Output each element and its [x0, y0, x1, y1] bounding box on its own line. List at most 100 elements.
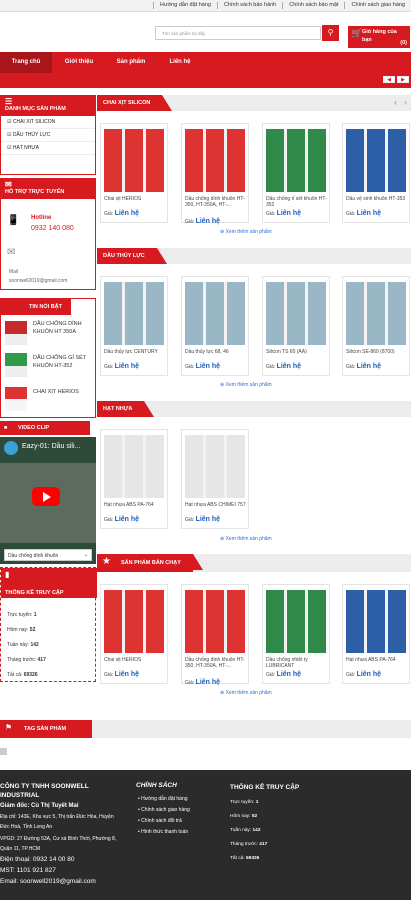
- tag-item[interactable]: [0, 748, 7, 755]
- banner-next-icon[interactable]: ▶: [397, 76, 409, 83]
- star-icon: ★: [102, 556, 111, 567]
- top-link-order-guide[interactable]: Hướng dẫn đặt hàng: [152, 2, 217, 9]
- product-name[interactable]: Dầu chống rỉ sét khuôn HT-352: [266, 196, 328, 209]
- product-image[interactable]: [104, 590, 164, 653]
- product-card[interactable]: Silicon SE-860 (8700) Giá: Liên hệ: [342, 276, 410, 376]
- product-name[interactable]: Dầu chống dính khuôn HT-350, HT-350A, HT…: [185, 196, 247, 209]
- view-more-link[interactable]: ⊕ Xem thêm sản phẩm: [220, 536, 272, 542]
- view-more-link[interactable]: ⊕ Xem thêm sản phẩm: [220, 690, 272, 696]
- search-input[interactable]: Tìm sản phẩm tại đây: [155, 26, 321, 40]
- news-header: TIN NỔI BẬT: [1, 299, 71, 315]
- product-name[interactable]: Dầu thủy lực 68, 46: [185, 349, 247, 355]
- hotline-number[interactable]: 0932 140 080: [31, 225, 74, 232]
- nav-about[interactable]: Giới thiệu: [53, 52, 105, 73]
- top-link-warranty[interactable]: Chính sách bảo hành: [216, 2, 282, 9]
- product-card[interactable]: Dầu thủy lực 68, 46 Giá: Liên hệ: [181, 276, 249, 376]
- product-image[interactable]: [346, 129, 406, 192]
- product-card[interactable]: Dầu chống nhiệt ty LUBRICANT Giá: Liên hệ: [262, 584, 330, 684]
- mail-icon: ✉: [5, 180, 12, 189]
- nav-products[interactable]: Sản phẩm: [106, 52, 156, 73]
- search-button[interactable]: ⚲: [322, 25, 339, 41]
- product-image[interactable]: [346, 590, 406, 653]
- category-item[interactable]: ☑ DẦU THỦY LỰC: [1, 129, 95, 142]
- news-thumb[interactable]: [5, 321, 27, 345]
- product-name[interactable]: Dầu thủy lực CENTURY: [104, 349, 166, 355]
- news-thumb[interactable]: [5, 387, 27, 411]
- product-image[interactable]: [185, 282, 245, 345]
- mail-address[interactable]: soonwell2019@gmail.com: [9, 278, 67, 284]
- news-item[interactable]: DẦU CHỐNG GỈ SÉT KHUÔN HT-352: [33, 355, 93, 370]
- news-item[interactable]: CHAI XỊT HERIOS: [33, 389, 93, 395]
- product-price: Giá: Liên hệ: [266, 363, 302, 370]
- banner-prev-icon[interactable]: ◀: [383, 76, 395, 83]
- product-image[interactable]: [185, 435, 245, 498]
- top-link-shipping[interactable]: Chính sách giao hàng: [344, 2, 411, 9]
- product-image[interactable]: [266, 129, 326, 192]
- footer-policy-link[interactable]: • Hướng dẫn đặt hàng: [138, 794, 190, 805]
- footer-policy-link[interactable]: • Chính sách giao hàng: [138, 805, 190, 816]
- video-box: ■ VIDEO CLIP Eazy-01: Dầu sili... Dầu chố…: [0, 421, 96, 564]
- view-more-link[interactable]: ⊕ Xem thêm sản phẩm: [220, 229, 272, 235]
- product-card[interactable]: Chai xịt HERIOS Giá: Liên hệ: [100, 584, 168, 684]
- product-card[interactable]: Hạt nhựa ABS PA-764 Giá: Liên hệ: [100, 429, 168, 529]
- video-camera-icon: ■: [4, 425, 8, 431]
- category-item[interactable]: ☑ CHAI XỊT SILICON: [1, 116, 95, 129]
- play-icon[interactable]: [32, 487, 60, 506]
- cart-button[interactable]: 🛒 Giỏ hàng của bạn (0): [348, 26, 410, 48]
- section-header-bestseller: SẢN PHẨM BÁN CHẠY ★: [97, 554, 411, 572]
- product-image[interactable]: [104, 282, 164, 345]
- news-item[interactable]: DẦU CHỐNG DÍNH KHUÔN HT 350A: [33, 321, 93, 336]
- product-card[interactable]: Hạt nhựa ABS PA-764 Giá: Liên hệ: [342, 584, 410, 684]
- product-image[interactable]: [266, 282, 326, 345]
- product-name[interactable]: Hạt nhựa ABS PA-764: [104, 502, 166, 508]
- product-name[interactable]: Chai xịt HERIOS: [104, 657, 166, 663]
- stats-header: THỐNG KÊ TRUY CẬP: [5, 590, 64, 596]
- main-nav: Trang chủ Giới thiệu Sản phẩm Liên hệ: [0, 52, 411, 73]
- product-name[interactable]: Dầu chống dính khuôn HT-350, HT-350A, HT…: [185, 657, 247, 670]
- product-name[interactable]: Dầu chống nhiệt ty LUBRICANT: [266, 657, 328, 670]
- chevron-right-icon[interactable]: ›: [404, 97, 407, 107]
- product-name[interactable]: Silicon TS 60 (AA): [266, 349, 328, 355]
- category-item[interactable]: ☑ HẠT NHỰA: [1, 142, 95, 155]
- footer-policy-link[interactable]: • Hình thức thanh toán: [138, 827, 190, 838]
- product-name[interactable]: Hạt nhựa ABS CHIMEI 757: [185, 502, 247, 508]
- view-more-link[interactable]: ⊕ Xem thêm sản phẩm: [220, 382, 272, 388]
- product-image[interactable]: [104, 129, 164, 192]
- product-image[interactable]: [104, 435, 164, 498]
- product-price: Giá: Liên hệ: [266, 210, 302, 217]
- footer-office: VPGD: 27 Đường 53A, Cư xá Bình Thới, Phư…: [0, 836, 117, 852]
- product-card[interactable]: Dầu chống rỉ sét khuôn HT-352 Giá: Liên h…: [262, 123, 330, 223]
- product-name[interactable]: Chai xịt HERIOS: [104, 196, 166, 202]
- product-price: Giá: Liên hệ: [104, 671, 140, 678]
- nav-contact[interactable]: Liên hệ: [157, 52, 203, 73]
- footer-policy-list: • Hướng dẫn đặt hàng • Chính sách giao h…: [138, 794, 190, 838]
- product-card[interactable]: Hạt nhựa ABS CHIMEI 757 Giá: Liên hệ: [181, 429, 249, 529]
- product-image[interactable]: [266, 590, 326, 653]
- product-card[interactable]: Dầu vệ sinh khuôn HT-353 Giá: Liên hệ: [342, 123, 410, 223]
- footer-policy-link[interactable]: • Chính sách đổi trả: [138, 816, 190, 827]
- product-card[interactable]: Dầu thủy lực CENTURY Giá: Liên hệ: [100, 276, 168, 376]
- product-name[interactable]: Hạt nhựa ABS PA-764: [346, 657, 408, 663]
- product-card[interactable]: Silicon TS 60 (AA) Giá: Liên hệ: [262, 276, 330, 376]
- product-price: Giá: Liên hệ: [266, 671, 302, 678]
- video-player[interactable]: Eazy-01: Dầu sili...: [0, 437, 96, 564]
- product-card[interactable]: Chai xịt HERIOS Giá: Liên hệ: [100, 123, 168, 223]
- chevron-left-icon[interactable]: ‹: [394, 97, 397, 107]
- product-image[interactable]: [346, 282, 406, 345]
- banner-strip: [0, 73, 411, 88]
- product-card[interactable]: Dầu chống dính khuôn HT-350, HT-350A, HT…: [181, 584, 249, 686]
- product-image[interactable]: [185, 590, 245, 653]
- category-box: ☰ DANH MỤC SẢN PHẨM ☑ CHAI XỊT SILICON ☑ …: [0, 95, 96, 175]
- top-link-privacy[interactable]: Chính sách bảo mật: [282, 2, 344, 9]
- product-card[interactable]: Dầu chống dính khuôn HT-350, HT-350A, HT…: [181, 123, 249, 225]
- section-header-plastic: HẠT NHỰA: [97, 401, 411, 417]
- nav-home[interactable]: Trang chủ: [0, 52, 52, 73]
- video-select[interactable]: Dầu chống dính khuôn ⌄: [4, 549, 92, 561]
- product-image[interactable]: [185, 129, 245, 192]
- stats-list: Trực tuyến: 1 Hôm nay: 52 Tuần này: 142 …: [7, 612, 46, 678]
- product-price: Giá: Liên hệ: [346, 671, 382, 678]
- product-name[interactable]: Dầu vệ sinh khuôn HT-353: [346, 196, 408, 202]
- product-name[interactable]: Silicon SE-860 (8700): [346, 349, 408, 355]
- news-thumb[interactable]: [5, 353, 27, 377]
- footer-phone: Điện thoại: 0932 14 00 80: [0, 856, 75, 863]
